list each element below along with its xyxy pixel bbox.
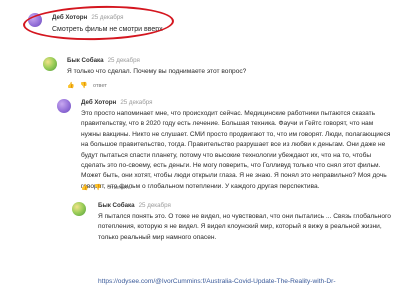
- thumbs-up-icon[interactable]: 👍: [67, 83, 74, 89]
- comment-date: 25 декабря: [138, 202, 171, 209]
- thumbs-up-icon[interactable]: 👍: [81, 185, 88, 191]
- comment-date: 25 декабря: [120, 99, 153, 106]
- thumbs-down-icon[interactable]: 👎: [80, 83, 87, 89]
- avatar[interactable]: [43, 57, 57, 71]
- author-name[interactable]: Деб Хоторн: [81, 99, 116, 106]
- avatar[interactable]: [57, 99, 71, 113]
- external-link[interactable]: https://odysee.com/@IvorCummins:f/Austra…: [98, 278, 336, 285]
- thumbs-down-icon[interactable]: 👎: [94, 185, 101, 191]
- author-name[interactable]: Бык Собака: [67, 57, 104, 64]
- comment-text: Я только что сделал. Почему вы поднимает…: [67, 68, 247, 75]
- avatar[interactable]: [72, 202, 86, 216]
- comment-text: Это просто напоминает мне, что происходи…: [81, 110, 391, 190]
- reply-button[interactable]: Ответить: [107, 185, 131, 191]
- comment-text: Я пытался понять это. О тоже не видел, н…: [98, 213, 391, 241]
- comment-meta: Бык Собака 25 декабря: [67, 57, 140, 64]
- comment-date: 25 декабря: [107, 57, 140, 64]
- reply-button[interactable]: ответ: [93, 83, 107, 89]
- comment-actions: 👍 👎 ответ: [67, 83, 107, 89]
- author-name[interactable]: Бык Собака: [98, 202, 135, 209]
- comment-meta: Деб Хоторн 25 декабря: [81, 99, 153, 106]
- red-highlight-circle: [22, 4, 175, 42]
- comment-meta: Бык Собака 25 декабря: [98, 202, 171, 209]
- comment-actions: 👍 👎 Ответить: [81, 185, 131, 191]
